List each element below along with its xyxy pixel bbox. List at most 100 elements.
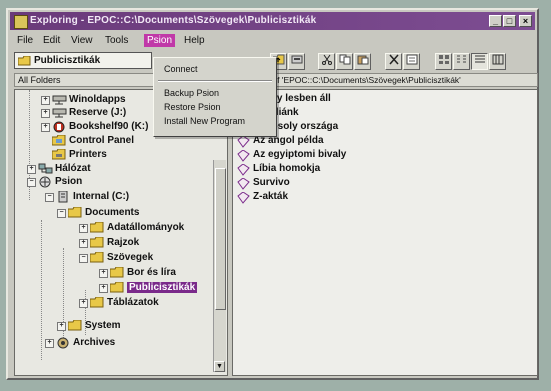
folder-icon — [90, 222, 104, 233]
expand-toggle[interactable]: + — [45, 339, 54, 348]
expand-toggle[interactable]: + — [99, 269, 108, 278]
tree-item-label: Publicisztikák — [127, 282, 198, 293]
tree-item-label: Documents — [85, 207, 140, 218]
tree-scrollbar[interactable]: ▼ — [213, 160, 226, 372]
large-icons-view-icon — [438, 55, 449, 64]
maximize-button[interactable]: □ — [503, 15, 516, 27]
expand-toggle[interactable]: − — [79, 254, 88, 263]
title-bar[interactable]: Exploring - EPOC::C:\Documents\Szövegek\… — [10, 12, 535, 30]
folder-open-icon — [90, 252, 104, 263]
menu-item-backup-psion[interactable]: Backup Psion — [164, 88, 219, 98]
tree-item-label: Adatállományok — [107, 222, 185, 233]
expand-toggle[interactable]: + — [99, 284, 108, 293]
properties-button[interactable] — [403, 53, 420, 70]
folder-open-icon — [110, 282, 124, 293]
menu-tools[interactable]: Tools — [102, 34, 131, 47]
file-name: Survivo — [253, 177, 290, 188]
tree-guide-line — [41, 220, 42, 360]
close-button[interactable]: × — [519, 15, 532, 27]
tree-item-label: Psion — [55, 176, 83, 187]
internal-drive-icon — [58, 191, 68, 203]
screen: Exploring - EPOC::C:\Documents\Szövegek\… — [0, 0, 551, 391]
tree-item-label: Internal (C:) — [73, 191, 130, 202]
psion-icon — [39, 176, 51, 188]
folder-icon — [68, 320, 82, 331]
paste-button[interactable] — [354, 53, 371, 70]
menu-view[interactable]: View — [68, 34, 96, 47]
minimize-button[interactable]: _ — [489, 15, 502, 27]
large-icons-button[interactable] — [435, 53, 452, 70]
cut-button[interactable] — [318, 53, 335, 70]
network-drive-icon — [52, 95, 67, 105]
expand-toggle[interactable]: + — [79, 224, 88, 233]
bookshelf-icon — [53, 121, 65, 133]
file-name: Líbia homokja — [253, 163, 321, 174]
expand-toggle[interactable]: + — [27, 165, 36, 174]
cut-icon — [321, 54, 332, 65]
tree-item-label: Archives — [73, 337, 116, 348]
map-drive-icon — [291, 55, 302, 64]
list-view-button[interactable] — [471, 53, 488, 70]
word-document-icon — [237, 164, 250, 176]
expand-toggle[interactable]: − — [57, 209, 66, 218]
tree-item-label: Szövegek — [107, 252, 154, 263]
tree-guide-line — [63, 248, 64, 348]
contents-header: Contents of 'EPOC::C:\Documents\Szövegek… — [232, 73, 538, 87]
folder-combo[interactable]: Publicisztikák — [14, 52, 152, 69]
scroll-down-arrow-icon[interactable]: ▼ — [214, 361, 225, 372]
small-icons-button[interactable] — [453, 53, 470, 70]
printers-folder-icon — [52, 149, 66, 160]
psion-menu-dropdown: Connect Backup Psion Restore Psion Insta… — [153, 57, 277, 137]
expand-toggle[interactable]: + — [41, 96, 50, 105]
expand-toggle[interactable]: − — [27, 178, 36, 187]
expand-toggle[interactable]: + — [79, 299, 88, 308]
folder-icon — [90, 237, 104, 248]
control-panel-icon — [52, 135, 66, 146]
menu-help[interactable]: Help — [181, 34, 208, 47]
scrollbar-thumb[interactable] — [215, 168, 226, 310]
menu-edit[interactable]: Edit — [40, 34, 63, 47]
copy-button[interactable] — [336, 53, 353, 70]
tree-item-label: Printers — [69, 149, 107, 160]
copy-icon — [339, 54, 350, 65]
expand-toggle[interactable]: − — [45, 193, 54, 202]
word-document-icon — [237, 150, 250, 162]
list-view-icon — [474, 55, 485, 63]
tree-item-label: Control Panel — [69, 135, 135, 146]
menu-item-connect[interactable]: Connect — [164, 64, 198, 74]
network-icon — [38, 163, 53, 174]
folder-icon — [90, 297, 104, 308]
details-view-button[interactable] — [489, 53, 506, 70]
folder-open-icon — [68, 207, 82, 218]
menu-file[interactable]: File — [14, 34, 36, 47]
paste-icon — [357, 55, 368, 65]
app-icon — [14, 15, 28, 29]
expand-toggle[interactable]: + — [41, 109, 50, 118]
file-list[interactable]: Bivaly lesben áll Szicíliánk A mosoly or… — [232, 89, 538, 376]
network-drive-icon — [52, 108, 67, 118]
expand-toggle[interactable]: + — [41, 123, 50, 132]
word-document-icon — [237, 178, 250, 190]
expand-toggle[interactable]: + — [57, 322, 66, 331]
file-name: Z-akták — [253, 191, 289, 202]
menu-item-install-new-program[interactable]: Install New Program — [164, 116, 245, 126]
folder-icon — [18, 56, 31, 66]
delete-button[interactable] — [385, 53, 402, 70]
tree-item-label: Bookshelf90 (K:) — [69, 121, 149, 132]
tree-item-label: Táblázatok — [107, 297, 159, 308]
tree-item-label: Winoldapps — [69, 94, 126, 105]
explorer-window: Exploring - EPOC::C:\Documents\Szövegek\… — [6, 8, 539, 380]
tree-item-label: Rajzok — [107, 237, 140, 248]
menu-psion[interactable]: Psion — [144, 34, 176, 47]
folder-combo-value: Publicisztikák — [34, 55, 101, 66]
word-document-icon — [237, 136, 250, 148]
delete-icon — [388, 54, 399, 65]
menu-item-restore-psion[interactable]: Restore Psion — [164, 102, 221, 112]
tree-item-label: System — [85, 320, 121, 331]
expand-toggle[interactable]: + — [79, 239, 88, 248]
small-icons-view-icon — [456, 55, 466, 63]
tree-item-label: Bor és líra — [127, 267, 176, 278]
details-view-icon — [492, 54, 503, 65]
map-drive-button[interactable] — [288, 53, 305, 70]
file-name: Az egyiptomi bivaly — [253, 149, 347, 160]
